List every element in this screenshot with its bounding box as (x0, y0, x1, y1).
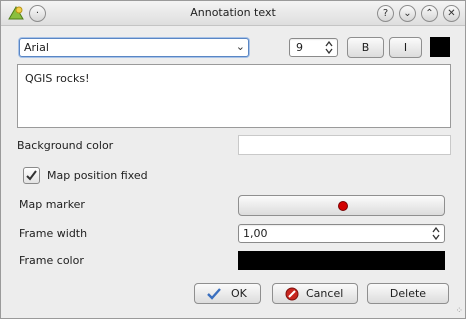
annotation-text: QGIS rocks! (25, 72, 90, 85)
minimize-icon[interactable]: ⌄ (399, 5, 416, 22)
ok-label: OK (231, 287, 247, 300)
text-color-swatch[interactable] (430, 37, 450, 57)
resize-grip-icon[interactable]: ⁘ (455, 306, 463, 316)
ok-button[interactable]: OK (194, 283, 261, 304)
delete-button[interactable]: Delete (367, 283, 449, 304)
italic-button[interactable]: I (389, 37, 422, 58)
map-marker-dot-icon (338, 201, 348, 211)
cancel-icon (285, 287, 299, 301)
font-size-value: 9 (296, 41, 303, 54)
chevron-down-icon: ⌄ (235, 40, 245, 53)
annotation-text-editor[interactable]: QGIS rocks! (17, 64, 451, 128)
frame-color-label: Frame color (19, 254, 84, 267)
frame-width-label: Frame width (19, 227, 88, 240)
annotation-dialog: · Annotation text ? ⌄ ⌃ ✕ Arial ⌄ 9 B I … (0, 0, 466, 319)
background-color-button[interactable] (238, 135, 451, 155)
frame-color-swatch[interactable] (238, 251, 445, 270)
cancel-label: Cancel (306, 287, 344, 300)
delete-label: Delete (389, 287, 427, 300)
spin-arrows-icon (432, 227, 440, 240)
title-bar: · Annotation text ? ⌄ ⌃ ✕ (1, 1, 465, 26)
checkmark-icon (207, 288, 221, 300)
maximize-icon[interactable]: ⌃ (421, 5, 438, 22)
map-marker-label: Map marker (19, 198, 85, 211)
font-size-spinbox[interactable]: 9 (289, 38, 338, 57)
map-position-fixed-checkbox[interactable] (23, 167, 40, 184)
help-icon[interactable]: ? (377, 5, 394, 22)
font-family-combobox[interactable]: Arial ⌄ (19, 38, 249, 57)
spin-arrows-icon (325, 41, 333, 54)
background-color-label: Background color (17, 139, 114, 152)
checkmark-icon (26, 170, 37, 181)
map-position-fixed-label: Map position fixed (47, 169, 148, 182)
frame-width-value: 1,00 (243, 227, 268, 240)
close-icon[interactable]: ✕ (443, 5, 460, 22)
cancel-button[interactable]: Cancel (272, 283, 358, 304)
font-family-value: Arial (24, 41, 49, 54)
bold-button[interactable]: B (347, 37, 384, 58)
frame-width-spinbox[interactable]: 1,00 (238, 224, 445, 243)
window-title: Annotation text (190, 6, 276, 19)
